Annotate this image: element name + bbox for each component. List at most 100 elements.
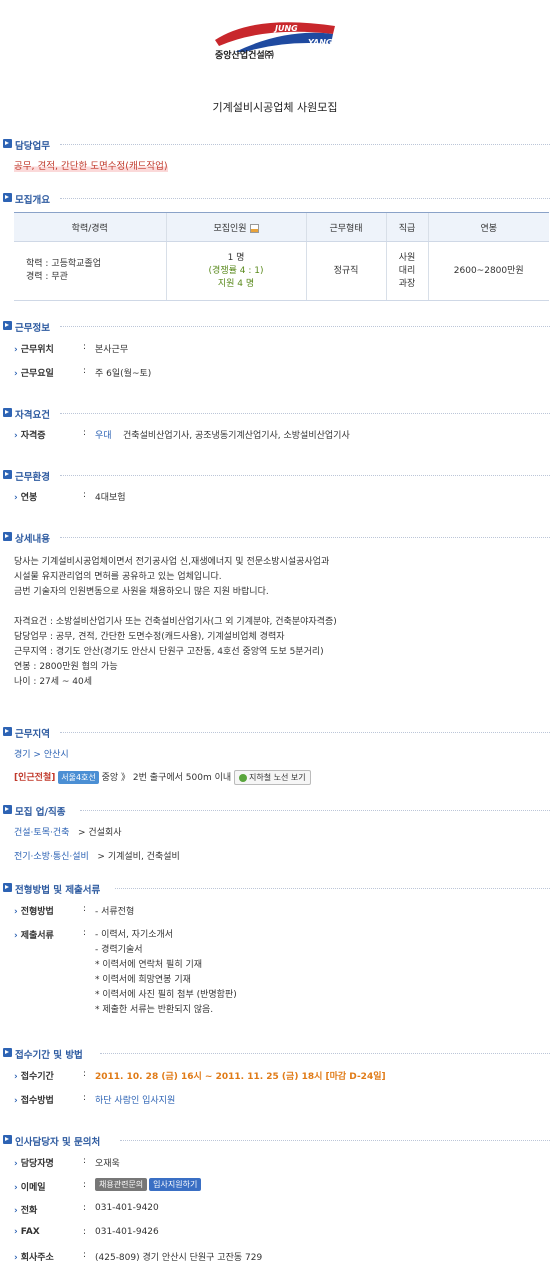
period-value: 2011. 10. 28 (금) 16시 ~ 2011. 11. 25 (금) … xyxy=(95,1072,386,1082)
divider xyxy=(60,326,550,327)
section-title: 전형방법 및 제출서류 xyxy=(15,885,101,896)
section-title: 상세내용 xyxy=(15,534,50,545)
region-link[interactable]: 경기 > 안산시 xyxy=(14,747,69,760)
section-environment-header: 근무환경 xyxy=(0,468,550,483)
detail-line: 금번 기술자의 인원변동으로 사원을 채용하오니 많은 지원 바랍니다. xyxy=(14,587,269,597)
certificate-value: 우대 건축설비산업기사, 공조냉동기계산업기사, 소방설비산업기사 xyxy=(95,428,350,441)
section-period-header: 접수기간 및 방법 xyxy=(0,1046,550,1061)
subway-desc: 중앙 》 2번 출구에서 500m 이내 xyxy=(101,773,232,783)
subway-map-button[interactable]: 지하철 노선 보기 xyxy=(234,770,311,785)
rank-item: 과장 xyxy=(398,278,416,289)
section-title: 근무환경 xyxy=(15,472,50,483)
subway-icon xyxy=(239,773,248,782)
work-location-label: 근무위치 xyxy=(14,342,54,355)
document-item: * 이력서에 사진 필히 첨부 (반명함판) xyxy=(95,990,237,1000)
fax-label: FAX xyxy=(14,1227,40,1237)
colon: : xyxy=(83,1180,87,1190)
headcount-cell: 1 명 (경쟁률 4 : 1) 지원 4 명 xyxy=(165,241,306,301)
work-days-value: 주 6일(월~토) xyxy=(95,369,152,379)
email-buttons: 채용관련문의 입사지원하기 xyxy=(95,1178,202,1191)
section-process-header: 전형방법 및 제출서류 xyxy=(0,881,550,896)
apply-method-label: 접수방법 xyxy=(14,1093,54,1106)
section-recruit-header: 모집개요 xyxy=(0,191,550,206)
detail-line: 나이 : 27세 ~ 40세 xyxy=(14,677,93,687)
industry-link[interactable]: 건설·토목·건축 xyxy=(14,828,69,838)
chart-icon[interactable] xyxy=(249,223,259,233)
documents-label: 제출서류 xyxy=(14,928,54,941)
apply-method-value[interactable]: 하단 사람인 입사지원 xyxy=(95,1093,175,1106)
section-bullet-icon xyxy=(3,321,12,330)
contact-name-value: 오재욱 xyxy=(95,1159,120,1169)
section-detail-header: 상세내용 xyxy=(0,530,550,545)
header-headcount: 모집인원 xyxy=(165,212,306,242)
category-row-2: 전기·소방·통신·설비 > 기계설비, 건축설비 xyxy=(14,849,180,862)
applicant-count: 지원 4 명 xyxy=(217,278,255,289)
table-row: 학력 : 고등학교졸업 경력 : 무관 1 명 (경쟁률 4 : 1) 지원 4… xyxy=(14,241,549,301)
section-bullet-icon xyxy=(3,727,12,736)
work-type-cell: 정규직 xyxy=(305,241,386,301)
duty-text: 공무, 견적, 간단한 도면수정(캐드작업) xyxy=(14,158,168,172)
document-item: * 이력서에 연락처 필히 기재 xyxy=(95,960,203,970)
section-title: 모집개요 xyxy=(15,195,50,206)
address-label: 회사주소 xyxy=(14,1250,54,1263)
rank-item: 사원 xyxy=(398,252,416,263)
section-title: 모집 업/직종 xyxy=(15,807,66,818)
process-method-label: 전형방법 xyxy=(14,904,54,917)
header-rank: 직급 xyxy=(385,212,428,242)
divider xyxy=(60,144,550,145)
benefit-label: 연봉 xyxy=(14,490,38,503)
colon: : xyxy=(83,928,87,938)
header-education: 학력/경력 xyxy=(14,212,166,242)
section-bullet-icon xyxy=(3,193,12,202)
career-value: 경력 : 무관 xyxy=(26,272,68,282)
logo-text-en-2: YANG xyxy=(308,38,333,47)
section-title: 담당업무 xyxy=(15,141,50,152)
section-bullet-icon xyxy=(3,805,12,814)
divider xyxy=(60,413,550,414)
rank-cell: 사원 대리 과장 xyxy=(385,241,428,301)
apply-button[interactable]: 입사지원하기 xyxy=(149,1178,202,1191)
section-bullet-icon xyxy=(3,883,12,892)
header-headcount-label: 모집인원 xyxy=(213,223,247,234)
divider xyxy=(80,810,550,811)
education-cell: 학력 : 고등학교졸업 경력 : 무관 xyxy=(14,241,166,301)
document-item: - 이력서, 자기소개서 xyxy=(95,930,174,940)
colon: : xyxy=(83,1069,87,1079)
detail-line: 연봉 : 2800만원 협의 가능 xyxy=(14,662,118,672)
section-bullet-icon xyxy=(3,408,12,417)
section-category-header: 모집 업/직종 xyxy=(0,803,550,818)
divider xyxy=(60,475,550,476)
page-title: 기계설비시공업체 사원모집 xyxy=(212,101,338,114)
company-logo: JUNG YANG 중앙산업건설㈜ xyxy=(205,18,345,68)
subway-info: [인근전철] 서울4호선 중앙 》 2번 출구에서 500m 이내 지하철 노선… xyxy=(14,770,311,785)
work-location-value: 본사근무 xyxy=(95,345,129,355)
fax-value: 031-401-9426 xyxy=(95,1227,159,1237)
section-title: 접수기간 및 방법 xyxy=(15,1050,83,1061)
colon: : xyxy=(83,904,87,914)
document-item: * 이력서에 희망연봉 기재 xyxy=(95,975,191,985)
recruit-table: 학력/경력 모집인원 근무형태 직급 연봉 학력 : 고등학교졸업 경력 : 무… xyxy=(14,212,549,301)
section-bullet-icon xyxy=(3,1048,12,1057)
colon: : xyxy=(83,490,87,500)
colon: : xyxy=(83,342,87,352)
header-work-type: 근무형태 xyxy=(305,212,386,242)
document-item: - 경력기술서 xyxy=(95,945,143,955)
benefit-value: 4대보험 xyxy=(95,493,126,503)
contact-name-label: 담당자명 xyxy=(14,1156,54,1169)
company-name: 중앙산업건설㈜ xyxy=(215,51,274,61)
section-work-info-header: 근무정보 xyxy=(0,319,550,334)
rank-item: 대리 xyxy=(398,265,416,276)
detail-line: 시설물 유지관리업의 면허를 공유하고 있는 업체입니다. xyxy=(14,572,222,582)
divider xyxy=(60,198,550,199)
email-label: 이메일 xyxy=(14,1180,46,1193)
section-title: 근무지역 xyxy=(15,729,50,740)
section-bullet-icon xyxy=(3,1135,12,1144)
detail-line: 당사는 기계설비시공업체이면서 전기공사업 신,재생에너지 및 전문소방시설공사… xyxy=(14,557,330,567)
recruit-inquiry-button[interactable]: 채용관련문의 xyxy=(95,1178,148,1191)
section-title: 인사담당자 및 문의처 xyxy=(15,1137,101,1148)
phone-label: 전화 xyxy=(14,1203,38,1216)
job-category-link[interactable]: 전기·소방·통신·설비 xyxy=(14,852,89,862)
table-header-row: 학력/경력 모집인원 근무형태 직급 연봉 xyxy=(14,212,549,242)
prefer-tag: 우대 xyxy=(95,431,112,441)
section-qualification-header: 자격요건 xyxy=(0,406,550,421)
